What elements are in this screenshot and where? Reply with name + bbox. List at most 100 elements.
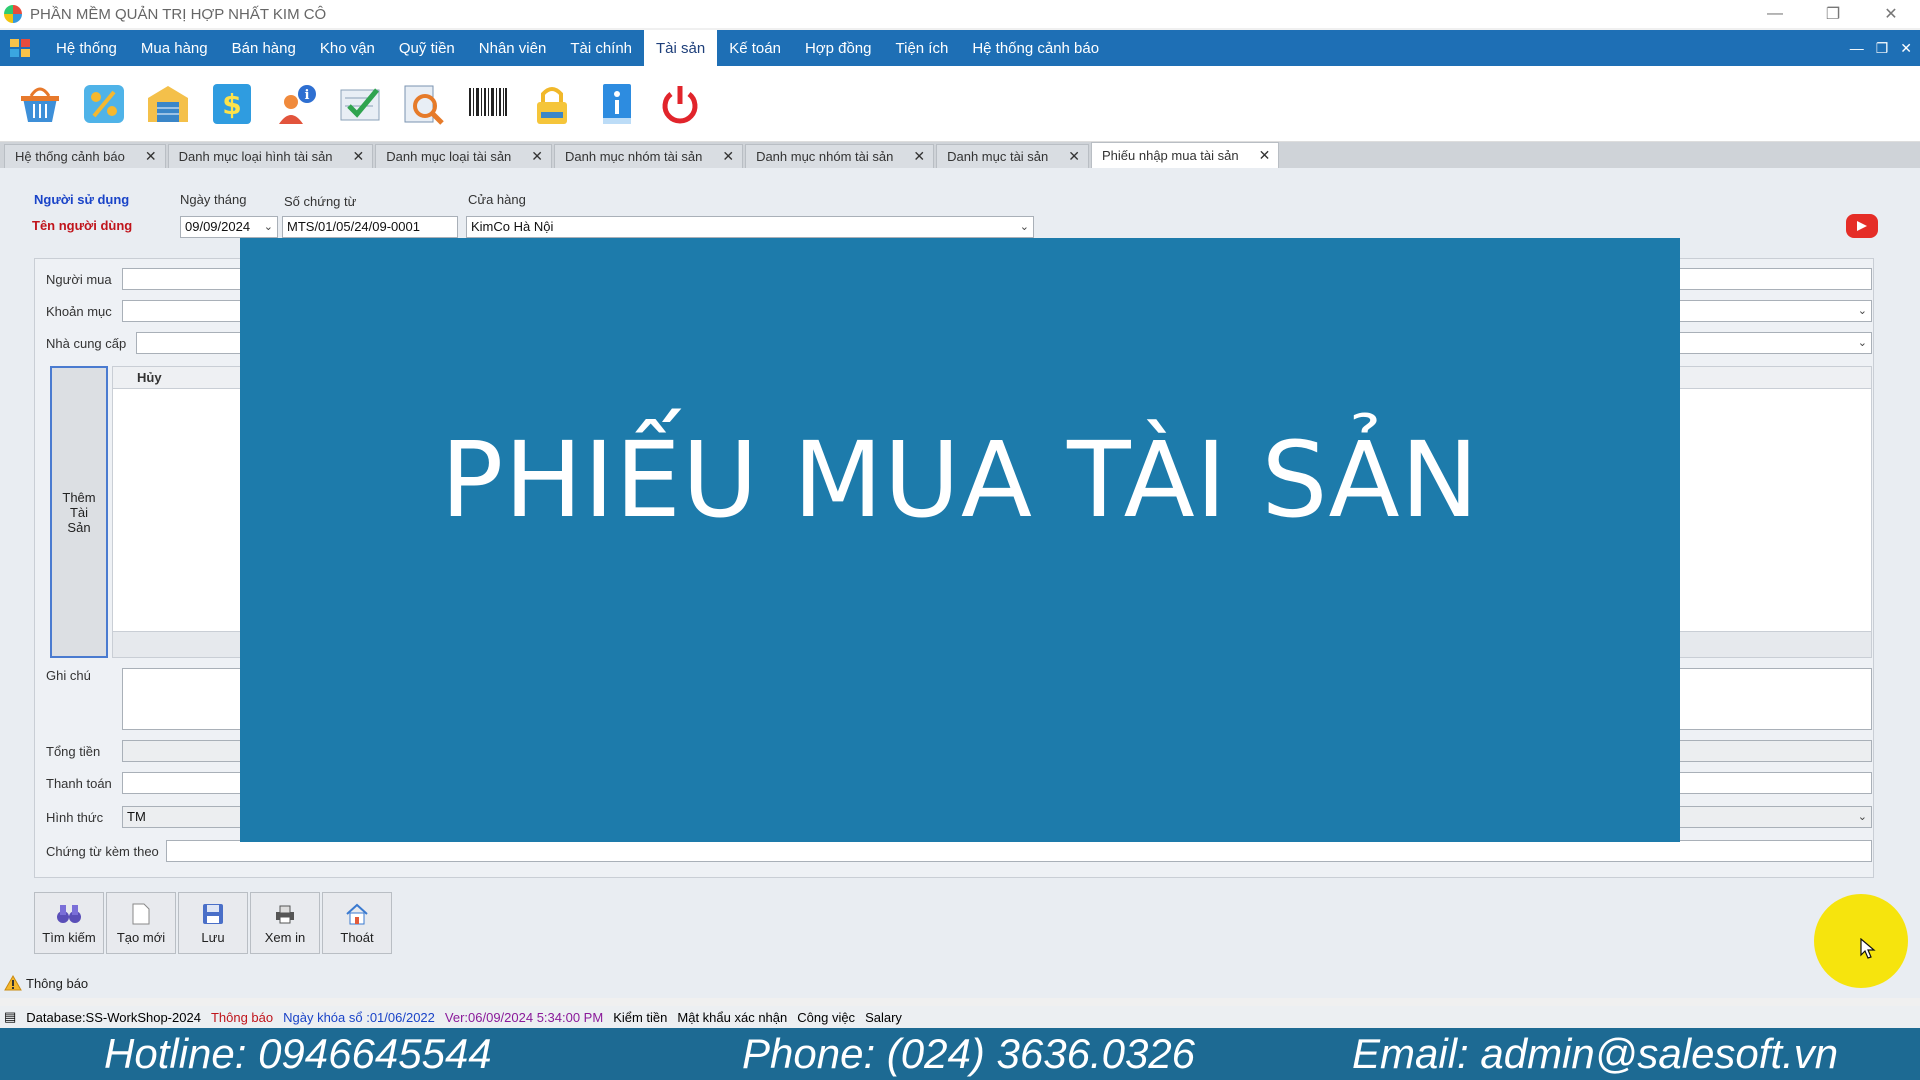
- tab-label: Danh mục loại hình tài sản: [178, 149, 333, 164]
- status-check-money[interactable]: Kiểm tiền: [613, 1010, 667, 1025]
- tab-close-icon[interactable]: ✕: [913, 148, 925, 165]
- add-asset-button[interactable]: Thêm Tài Sản: [50, 366, 108, 658]
- tab-close-icon[interactable]: ✕: [145, 148, 157, 165]
- menu-ban-hang[interactable]: Bán hàng: [220, 30, 308, 66]
- status-lock-date: Ngày khóa sổ :01/06/2022: [283, 1009, 435, 1025]
- tab-danh-muc-nhom-tai-san-2[interactable]: Danh mục nhóm tài sản ✕: [745, 144, 935, 168]
- attached-docs-field[interactable]: [166, 840, 1872, 862]
- printer-icon: [274, 902, 296, 926]
- tab-close-icon[interactable]: ✕: [531, 148, 543, 165]
- print-preview-button[interactable]: Xem in: [250, 892, 320, 954]
- supplier-label: Nhà cung cấp: [46, 336, 127, 351]
- new-button[interactable]: Tạo mới: [106, 892, 176, 954]
- menu-app-icon[interactable]: [10, 39, 30, 57]
- attached-docs-label: Chứng từ kèm theo: [46, 844, 159, 859]
- menu-ke-toan[interactable]: Kế toán: [717, 30, 793, 66]
- info-book-icon[interactable]: [592, 80, 640, 128]
- tab-he-thong-canh-bao[interactable]: Hệ thống cảnh báo ✕: [4, 144, 166, 168]
- status-version: Ver:06/09/2024 5:34:00 PM: [444, 1009, 604, 1025]
- contact-banner: Hotline: 0946645544 Phone: (024) 3636.03…: [0, 1028, 1920, 1080]
- status-work[interactable]: Công việc: [797, 1010, 855, 1025]
- notice-label: Thông báo: [26, 975, 89, 991]
- tab-danh-muc-tai-san[interactable]: Danh mục tài sản ✕: [936, 144, 1089, 168]
- category-label: Khoản mục: [46, 304, 112, 319]
- chevron-down-icon[interactable]: ⌄: [1858, 304, 1867, 317]
- warning-icon: [4, 975, 22, 991]
- date-picker[interactable]: 09/09/2024 ⌄: [180, 216, 278, 238]
- chevron-down-icon[interactable]: ⌄: [1020, 220, 1029, 233]
- minimize-icon[interactable]: —: [1746, 0, 1804, 28]
- window-title: PHẦN MỀM QUẢN TRỊ HỢP NHẤT KIM CÔ: [30, 5, 327, 23]
- icon-toolbar: $ i: [0, 66, 1920, 142]
- voucher-label: Số chứng từ: [284, 194, 357, 209]
- tab-label: Danh mục nhóm tài sản: [756, 149, 894, 164]
- tab-danh-muc-loai-tai-san[interactable]: Danh mục loại tài sản ✕: [375, 144, 553, 168]
- chevron-down-icon[interactable]: ⌄: [1858, 810, 1867, 823]
- search-button[interactable]: Tìm kiếm: [34, 892, 104, 954]
- tab-close-icon[interactable]: ✕: [1259, 147, 1271, 164]
- tab-phieu-nhap-mua-tai-san[interactable]: Phiếu nhập mua tài sản ✕: [1091, 142, 1280, 168]
- menu-tien-ich[interactable]: Tiện ích: [884, 30, 961, 66]
- tab-close-icon[interactable]: ✕: [1068, 148, 1080, 165]
- money-icon[interactable]: $: [208, 80, 256, 128]
- exit-button-label: Thoát: [340, 929, 374, 945]
- tab-close-icon[interactable]: ✕: [722, 148, 734, 165]
- save-button[interactable]: Lưu: [178, 892, 248, 954]
- mdi-minimize-icon[interactable]: —: [1850, 40, 1864, 56]
- mdi-restore-icon[interactable]: ❐: [1876, 40, 1889, 57]
- date-value: 09/09/2024: [185, 219, 251, 234]
- menu-mua-hang[interactable]: Mua hàng: [129, 30, 220, 66]
- add-asset-label: Thêm Tài Sản: [62, 489, 96, 535]
- window-controls: — ❐ ✕: [1746, 0, 1920, 28]
- store-value: KimCo Hà Nội: [471, 219, 554, 234]
- status-salary[interactable]: Salary: [865, 1010, 902, 1025]
- barcode-icon[interactable]: [464, 80, 512, 128]
- status-notice[interactable]: Thông báo: [211, 1010, 273, 1025]
- warehouse-icon[interactable]: [144, 80, 192, 128]
- svg-text:i: i: [305, 88, 310, 103]
- tab-danh-muc-nhom-tai-san-1[interactable]: Danh mục nhóm tài sản ✕: [554, 144, 744, 168]
- percent-icon[interactable]: [80, 80, 128, 128]
- menu-quy-tien[interactable]: Quỹ tiền: [387, 30, 467, 66]
- youtube-icon[interactable]: [1846, 214, 1878, 238]
- status-database: Database:SS-WorkShop-2024: [26, 1009, 201, 1025]
- email-text: Email: admin@salesoft.vn: [1352, 1030, 1839, 1077]
- menu-nhan-vien[interactable]: Nhân viên: [467, 30, 559, 66]
- overlay-banner: PHIẾU MUA TÀI SẢN: [440, 419, 1480, 541]
- approve-icon[interactable]: [336, 80, 384, 128]
- chevron-down-icon[interactable]: ⌄: [1858, 336, 1867, 349]
- voucher-number-field[interactable]: MTS/01/05/24/09-0001: [282, 216, 458, 238]
- tab-close-icon[interactable]: ✕: [353, 148, 365, 165]
- menu-he-thong-canh-bao[interactable]: Hệ thống cảnh báo: [960, 30, 1111, 66]
- restore-icon[interactable]: ❐: [1804, 0, 1862, 28]
- store-select[interactable]: KimCo Hà Nội ⌄: [466, 216, 1034, 238]
- grid-col-cancel[interactable]: Hủy: [137, 370, 162, 385]
- status-password[interactable]: Mật khẩu xác nhận: [677, 1010, 787, 1025]
- tab-label: Danh mục nhóm tài sản: [565, 149, 703, 164]
- tab-danh-muc-loai-hinh-tai-san[interactable]: Danh mục loại hình tài sản ✕: [167, 144, 374, 168]
- chevron-down-icon[interactable]: ⌄: [264, 220, 273, 233]
- method-label: Hình thức: [46, 810, 104, 825]
- search-doc-icon[interactable]: [400, 80, 448, 128]
- menu-tai-chinh[interactable]: Tài chính: [558, 30, 644, 66]
- buyer-label: Người mua: [46, 272, 112, 287]
- new-doc-icon: [131, 902, 151, 926]
- mdi-close-icon[interactable]: ✕: [1900, 40, 1912, 57]
- user-info-icon[interactable]: i: [272, 80, 320, 128]
- lock-icon[interactable]: [528, 80, 576, 128]
- basket-icon[interactable]: [16, 80, 64, 128]
- tab-label: Hệ thống cảnh báo: [15, 149, 125, 164]
- title-bar: PHẦN MỀM QUẢN TRỊ HỢP NHẤT KIM CÔ — ❐ ✕: [0, 0, 1920, 28]
- exit-button[interactable]: Thoát: [322, 892, 392, 954]
- menu-kho-van[interactable]: Kho vận: [308, 30, 387, 66]
- menu-tai-san[interactable]: Tài sản: [644, 30, 718, 66]
- search-button-label: Tìm kiếm: [42, 929, 96, 945]
- save-button-label: Lưu: [201, 929, 225, 945]
- menu-he-thong[interactable]: Hệ thống: [44, 30, 129, 66]
- tab-label: Danh mục tài sản: [947, 149, 1049, 164]
- menu-hop-dong[interactable]: Hợp đồng: [793, 30, 884, 66]
- total-label: Tổng tiền: [46, 744, 101, 759]
- close-icon[interactable]: ✕: [1862, 0, 1920, 28]
- power-icon[interactable]: [656, 80, 704, 128]
- hotline-text: Hotline: 0946645544: [104, 1030, 492, 1077]
